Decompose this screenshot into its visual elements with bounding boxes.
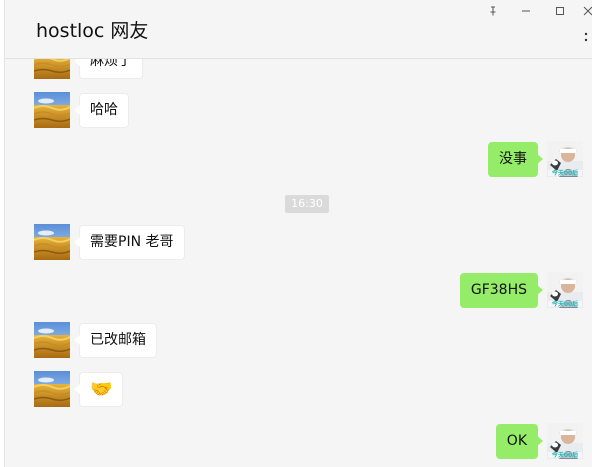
message-bubble[interactable]: OK <box>495 424 544 459</box>
chat-header: hostloc 网友 <box>5 0 592 59</box>
message-bubble[interactable]: 已改邮箱 <box>74 323 157 358</box>
message-bubble[interactable]: 没事 <box>488 142 543 177</box>
contact-avatar[interactable] <box>34 371 70 407</box>
contact-avatar[interactable] <box>34 224 70 260</box>
message-list[interactable]: 麻烦了 哈哈 没事 16:30 需要PIN 老哥 GF38HS 已改邮箱 🤝 O… <box>5 59 592 467</box>
self-avatar[interactable] <box>547 272 583 308</box>
chat-title: hostloc 网友 <box>36 20 149 42</box>
minimize-icon[interactable] <box>517 2 535 20</box>
message-bubble[interactable]: 需要PIN 老哥 <box>74 225 185 260</box>
message-bubble[interactable]: 麻烦了 <box>74 59 143 79</box>
self-avatar[interactable] <box>547 141 583 177</box>
close-icon[interactable] <box>579 2 592 20</box>
more-options-icon[interactable] <box>582 30 590 44</box>
pin-icon[interactable] <box>484 2 502 20</box>
message-bubble[interactable]: GF38HS <box>459 273 544 308</box>
contact-avatar[interactable] <box>34 322 70 358</box>
handshake-emoji-bubble[interactable]: 🤝 <box>73 372 124 407</box>
message-timestamp: 16:30 <box>285 195 329 213</box>
self-avatar[interactable] <box>547 423 583 459</box>
contact-avatar[interactable] <box>34 92 70 128</box>
contact-avatar[interactable] <box>34 59 70 79</box>
message-bubble[interactable]: 哈哈 <box>74 93 129 128</box>
maximize-icon[interactable] <box>551 2 569 20</box>
